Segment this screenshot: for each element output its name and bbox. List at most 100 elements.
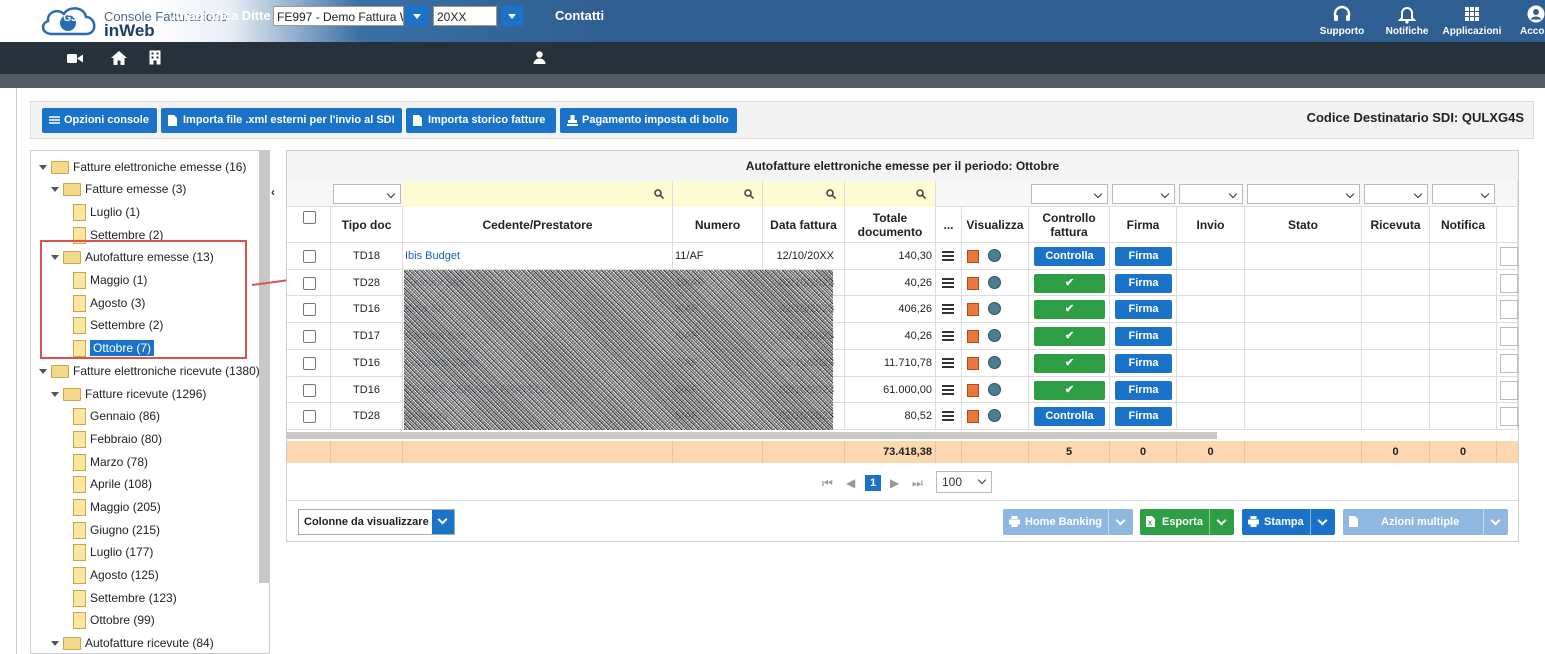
firma-button[interactable]: Firma (1115, 407, 1172, 426)
menu-icon[interactable] (942, 251, 954, 261)
search-icon[interactable] (744, 189, 754, 199)
pdf-view-icon[interactable] (967, 303, 979, 316)
firma-button[interactable]: Firma (1115, 354, 1172, 373)
company-select-toggle[interactable] (406, 6, 428, 26)
expand-arrow-icon[interactable] (51, 187, 59, 193)
tree-leaf[interactable]: Ottobre (99) (73, 610, 155, 630)
firma-button[interactable]: Firma (1115, 381, 1172, 400)
controlla-button[interactable]: Controlla (1034, 407, 1105, 426)
expand-arrow-icon[interactable] (51, 392, 59, 398)
expand-arrow-icon[interactable] (51, 641, 59, 647)
select-all-checkbox[interactable] (303, 211, 316, 224)
firma-button[interactable]: Firma (1115, 327, 1172, 346)
tree-folder[interactable]: Fatture emesse (3) (51, 179, 186, 199)
video-icon[interactable] (67, 53, 83, 64)
menu-icon[interactable] (942, 411, 954, 421)
controllo-ok-button[interactable]: ✔ (1034, 327, 1105, 346)
page-size-select[interactable]: 100 (936, 471, 992, 493)
extra-input[interactable] (1500, 300, 1518, 319)
pdf-view-icon[interactable] (967, 410, 979, 423)
cedente-link[interactable]: Ibis Budget (403, 243, 673, 270)
row-checkbox[interactable] (303, 250, 316, 263)
tree-leaf[interactable]: Maggio (205) (73, 497, 161, 517)
first-page-button[interactable]: ⏮ (822, 472, 833, 494)
pdf-view-icon[interactable] (967, 250, 979, 263)
year-select[interactable]: 20XX (433, 6, 497, 26)
colonne-toggle[interactable] (432, 510, 454, 534)
menu-icon[interactable] (942, 358, 954, 368)
xml-view-icon[interactable] (988, 276, 1001, 289)
colonne-select[interactable]: Colonne da visualizzare (298, 509, 455, 535)
menu-icon[interactable] (942, 304, 954, 314)
extra-input[interactable] (1500, 381, 1518, 400)
notifications-button[interactable]: Notifiche (1372, 2, 1442, 37)
firma-button[interactable]: Firma (1115, 247, 1172, 266)
row-checkbox[interactable] (303, 330, 316, 343)
prev-page-button[interactable]: ◀ (846, 472, 855, 494)
column-header-numero[interactable]: Numero (673, 207, 763, 243)
xml-view-icon[interactable] (988, 329, 1001, 342)
column-header-visualizza[interactable]: Visualizza (962, 207, 1029, 243)
tree-folder[interactable]: Fatture elettroniche emesse (16) (39, 157, 246, 177)
controllo-ok-button[interactable]: ✔ (1034, 300, 1105, 319)
support-button[interactable]: Supporto (1307, 2, 1377, 37)
year-select-toggle[interactable] (501, 6, 523, 26)
current-page[interactable]: 1 (865, 475, 881, 491)
search-icon[interactable] (654, 189, 664, 199)
opzioni-console-button[interactable]: Opzioni console (42, 108, 157, 133)
controllo-ok-button[interactable]: ✔ (1034, 354, 1105, 373)
contatti-link[interactable]: Contatti (555, 0, 604, 32)
importa-xml-button[interactable]: Importa file .xml esterni per l'invio al… (161, 108, 402, 133)
row-checkbox[interactable] (303, 277, 316, 290)
controlla-button[interactable]: Controlla (1034, 247, 1105, 266)
tree-leaf[interactable]: Luglio (177) (73, 542, 153, 562)
pdf-view-icon[interactable] (967, 384, 979, 397)
row-checkbox[interactable] (303, 410, 316, 423)
stato-filter[interactable] (1247, 184, 1360, 204)
importa-storico-button[interactable]: Importa storico fatture (406, 108, 556, 133)
column-header-invio[interactable]: Invio (1177, 207, 1245, 243)
tree-scrollbar[interactable] (259, 151, 269, 583)
grid-horizontal-scrollbar[interactable] (287, 432, 1217, 439)
extra-input[interactable] (1500, 274, 1518, 293)
last-page-button[interactable]: ⏭ (912, 472, 923, 494)
azioni-multiple-caret[interactable] (1483, 509, 1508, 535)
menu-icon[interactable] (942, 278, 954, 288)
ricevuta-filter[interactable] (1364, 184, 1428, 204)
tree-leaf[interactable]: Marzo (78) (73, 452, 148, 472)
tree-leaf[interactable]: Agosto (125) (73, 565, 159, 585)
company-select[interactable]: FE997 - Demo Fattura Web (273, 6, 404, 26)
search-icon[interactable] (916, 189, 926, 199)
tree-leaf[interactable]: Luglio (1) (73, 202, 140, 222)
column-header-cedente[interactable]: Cedente/Prestatore (403, 207, 673, 243)
row-checkbox[interactable] (303, 357, 316, 370)
account-button[interactable]: Accou (1503, 2, 1545, 37)
stampa-button[interactable]: Stampa (1242, 509, 1335, 535)
search-icon[interactable] (826, 189, 836, 199)
pdf-view-icon[interactable] (967, 357, 979, 370)
tree-leaf[interactable]: Giugno (215) (73, 520, 160, 540)
help-button[interactable]: ? (24, 0, 33, 32)
controllo-ok-button[interactable]: ✔ (1034, 381, 1105, 400)
controllo-filter[interactable] (1031, 184, 1108, 204)
tree-leaf[interactable]: Settembre (123) (73, 588, 177, 608)
menu-icon[interactable] (942, 385, 954, 395)
notifica-filter[interactable] (1432, 184, 1495, 204)
expand-arrow-icon[interactable] (39, 165, 47, 171)
collapse-tree-button[interactable]: ‹ (271, 185, 283, 201)
firma-button[interactable]: Firma (1115, 300, 1172, 319)
extra-input[interactable] (1500, 247, 1518, 266)
extra-input[interactable] (1500, 327, 1518, 346)
pagamento-bollo-button[interactable]: Pagamento imposta di bollo (560, 108, 737, 133)
xml-view-icon[interactable] (988, 356, 1001, 369)
xml-view-icon[interactable] (988, 302, 1001, 315)
home-banking-caret[interactable] (1108, 509, 1133, 535)
apps-button[interactable]: Applicazioni (1437, 2, 1507, 37)
tree-folder[interactable]: Autofatture ricevute (84) (51, 633, 214, 653)
stampa-caret[interactable] (1310, 509, 1335, 535)
home-banking-button[interactable]: Home Banking (1003, 509, 1133, 535)
firma-filter[interactable] (1112, 184, 1175, 204)
firma-button[interactable]: Firma (1115, 274, 1172, 293)
column-header-firma[interactable]: Firma (1110, 207, 1177, 243)
xml-view-icon[interactable] (988, 409, 1001, 422)
